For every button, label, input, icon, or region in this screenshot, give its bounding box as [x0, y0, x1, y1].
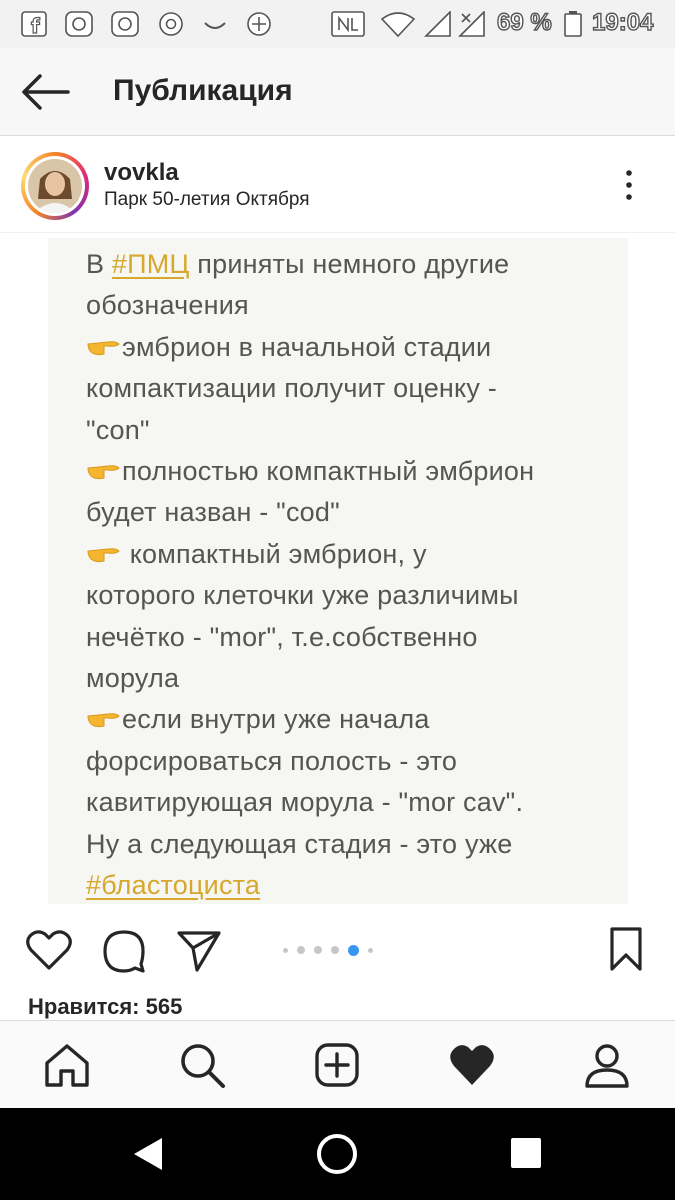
- note-line: которого клеточки уже различимы: [86, 580, 519, 611]
- nfc-icon: [331, 11, 365, 37]
- note-line: #бластоциста: [86, 865, 616, 906]
- heart-outline-icon[interactable]: [25, 928, 73, 972]
- signal-no-service-icon: [458, 11, 485, 37]
- more-vertical-icon[interactable]: [618, 167, 640, 203]
- arrow-left-icon[interactable]: [18, 70, 72, 114]
- avatar-photo: [28, 159, 82, 213]
- note-line: форсироваться полость - это: [86, 745, 458, 776]
- avatar[interactable]: [25, 156, 85, 216]
- note-line: кавитирующая морула - "mor cav".: [86, 787, 524, 818]
- nav-recents-icon[interactable]: [509, 1136, 543, 1170]
- note-line: "con": [86, 414, 150, 445]
- pointing-finger-icon: [87, 465, 120, 480]
- carousel-dot: [283, 947, 288, 953]
- bookmark-icon[interactable]: [608, 926, 644, 972]
- post-image[interactable]: В #ПМЦ приняты немного другие обозначени…: [0, 234, 675, 910]
- android-nav-bar: [0, 1108, 675, 1200]
- likes-count[interactable]: Нравится: 565: [28, 994, 182, 1020]
- nav-home-icon[interactable]: [315, 1132, 359, 1176]
- instagram-notification-icon: [111, 11, 139, 37]
- clock: 19:04: [591, 8, 654, 36]
- battery-icon: [564, 11, 582, 37]
- sync-notification-icon: [247, 12, 271, 36]
- pointing-finger-icon: [87, 713, 120, 728]
- carousel-dot-active: [348, 944, 359, 956]
- note-line: В #ПМЦ приняты немного другие: [86, 249, 510, 279]
- note-card: В #ПМЦ приняты немного другие обозначени…: [48, 238, 628, 904]
- profile-icon[interactable]: [583, 1041, 631, 1089]
- pointing-finger-icon: [87, 548, 120, 562]
- home-icon[interactable]: [43, 1041, 91, 1089]
- note-line: если внутри уже начала: [86, 699, 616, 740]
- comment-icon[interactable]: [101, 928, 147, 974]
- nav-back-icon[interactable]: [130, 1136, 166, 1172]
- status-bar: f 69 % 19:04: [0, 0, 675, 48]
- signal-icon: [424, 11, 451, 37]
- svg-text:f: f: [31, 14, 40, 37]
- facebook-notification-icon: f: [21, 11, 47, 37]
- note-line: нечётко - "mor", т.е.собственно: [86, 621, 478, 652]
- carousel-dot: [368, 947, 373, 953]
- note-line: полностью компактный эмбрион: [86, 451, 616, 492]
- page-title: Публикация: [113, 74, 293, 107]
- post-location[interactable]: Парк 50-летия Октября: [104, 189, 310, 211]
- instagram-notification-icon: [65, 11, 93, 37]
- carousel-dot: [314, 946, 322, 954]
- note-line: Ну а следующая стадия - это уже: [86, 828, 513, 859]
- hashtag-link: #бластоциста: [86, 870, 261, 901]
- carousel-dot: [297, 946, 305, 954]
- post-actions: [0, 914, 675, 986]
- battery-percent: 69 %: [496, 8, 552, 36]
- wifi-icon: [380, 12, 416, 37]
- note-line: эмбрион в начальной стадии: [86, 327, 616, 368]
- pointing-finger-icon: [87, 341, 120, 355]
- amazon-notification-icon: [204, 22, 226, 29]
- carousel-dot: [331, 946, 339, 954]
- note-line: обозначения: [86, 290, 249, 321]
- send-icon[interactable]: [175, 928, 223, 974]
- note-line: компактизации получит оценку -: [86, 373, 497, 404]
- note-text: В #ПМЦ приняты немного другие обозначени…: [86, 244, 616, 907]
- search-icon[interactable]: [178, 1041, 226, 1089]
- add-post-icon[interactable]: [313, 1041, 361, 1089]
- note-line: будет назван - "cod": [86, 497, 340, 528]
- note-line: компактный эмбрион, у: [86, 534, 616, 575]
- story-ring[interactable]: [21, 152, 89, 220]
- chrome-notification-icon: [159, 12, 183, 36]
- note-line: морула: [86, 663, 180, 694]
- bottom-tab-bar: [0, 1020, 675, 1108]
- heart-filled-icon[interactable]: [448, 1041, 496, 1089]
- post-username[interactable]: vovkla: [104, 159, 179, 187]
- app-header: Публикация: [0, 48, 675, 136]
- hashtag-link: #ПМЦ: [111, 249, 190, 279]
- post-header: vovkla Парк 50-летия Октября: [0, 137, 675, 233]
